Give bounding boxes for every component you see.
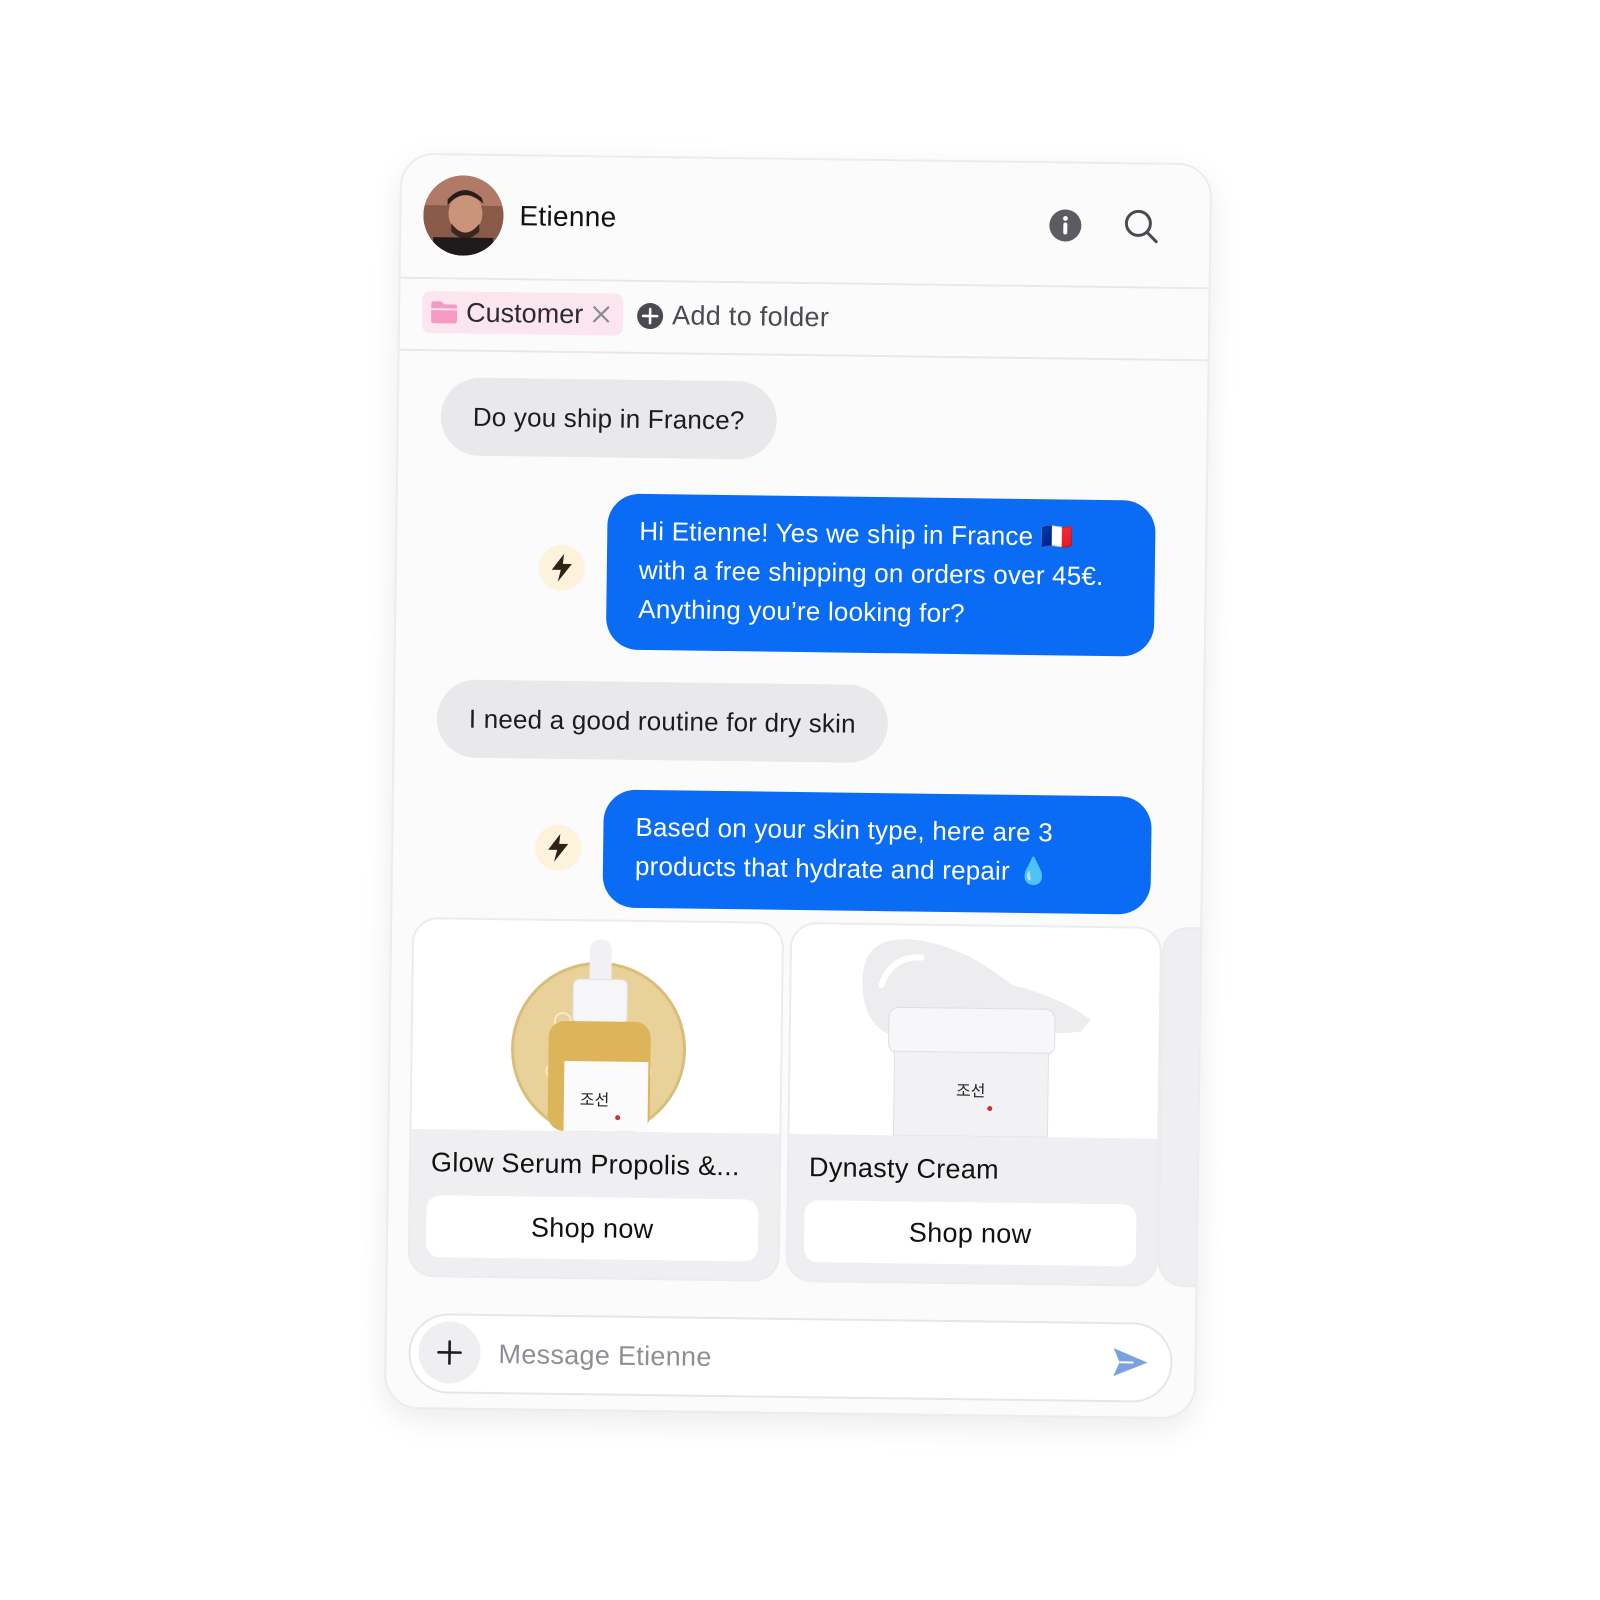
message-agent-1: Hi Etienne! Yes we ship in France 🇫🇷 wit… bbox=[605, 493, 1156, 657]
message-customer-1: Do you ship in France? bbox=[440, 377, 778, 460]
remove-tag-icon[interactable] bbox=[591, 304, 611, 324]
send-icon bbox=[1113, 1348, 1148, 1377]
product-name: Glow Serum Propolis &... bbox=[430, 1147, 741, 1182]
add-to-folder-label: Add to folder bbox=[671, 300, 830, 333]
product-card[interactable]: 조선 Dynasty Cream Shop now bbox=[785, 921, 1163, 1287]
message-composer bbox=[408, 1312, 1174, 1403]
product-name: Dynasty Cream bbox=[808, 1152, 1000, 1185]
message-agent-2: Based on your skin type, here are 3 prod… bbox=[602, 789, 1152, 915]
product-card-peek[interactable] bbox=[1157, 926, 1213, 1288]
folder-icon bbox=[431, 301, 458, 324]
contact-name: Etienne bbox=[519, 200, 617, 233]
product-image-serum: 조선 bbox=[411, 918, 783, 1137]
search-icon bbox=[1124, 209, 1158, 244]
avatar[interactable] bbox=[422, 175, 504, 257]
send-button[interactable] bbox=[1108, 1342, 1153, 1383]
folder-bar: Customer Add to folder bbox=[399, 278, 1209, 362]
product-card[interactable]: 조선 Glow Serum Propolis &... Shop now bbox=[407, 916, 785, 1282]
auto-reply-bolt-icon bbox=[538, 544, 586, 592]
message-input[interactable] bbox=[496, 1330, 1081, 1386]
chat-header: Etienne bbox=[400, 154, 1211, 290]
product-image-cream: 조선 bbox=[789, 923, 1161, 1139]
info-button[interactable] bbox=[1043, 203, 1088, 248]
chat-window: Etienne Customer Add to folder Do you sh… bbox=[383, 152, 1213, 1420]
svg-text:조선: 조선 bbox=[956, 1081, 986, 1100]
shop-now-button[interactable]: Shop now bbox=[425, 1195, 759, 1262]
folder-tag-customer[interactable]: Customer bbox=[421, 291, 624, 336]
add-to-folder-button[interactable]: Add to folder bbox=[636, 300, 829, 334]
attach-button[interactable] bbox=[418, 1321, 481, 1384]
plus-circle-icon bbox=[637, 302, 664, 329]
folder-tag-label: Customer bbox=[465, 297, 584, 329]
auto-reply-bolt-icon bbox=[534, 824, 582, 872]
info-icon bbox=[1049, 209, 1082, 242]
svg-text:조선: 조선 bbox=[580, 1090, 610, 1109]
message-customer-2: I need a good routine for dry skin bbox=[436, 679, 889, 764]
search-button[interactable] bbox=[1119, 204, 1164, 249]
plus-icon bbox=[437, 1340, 462, 1365]
shop-now-button[interactable]: Shop now bbox=[803, 1200, 1137, 1267]
